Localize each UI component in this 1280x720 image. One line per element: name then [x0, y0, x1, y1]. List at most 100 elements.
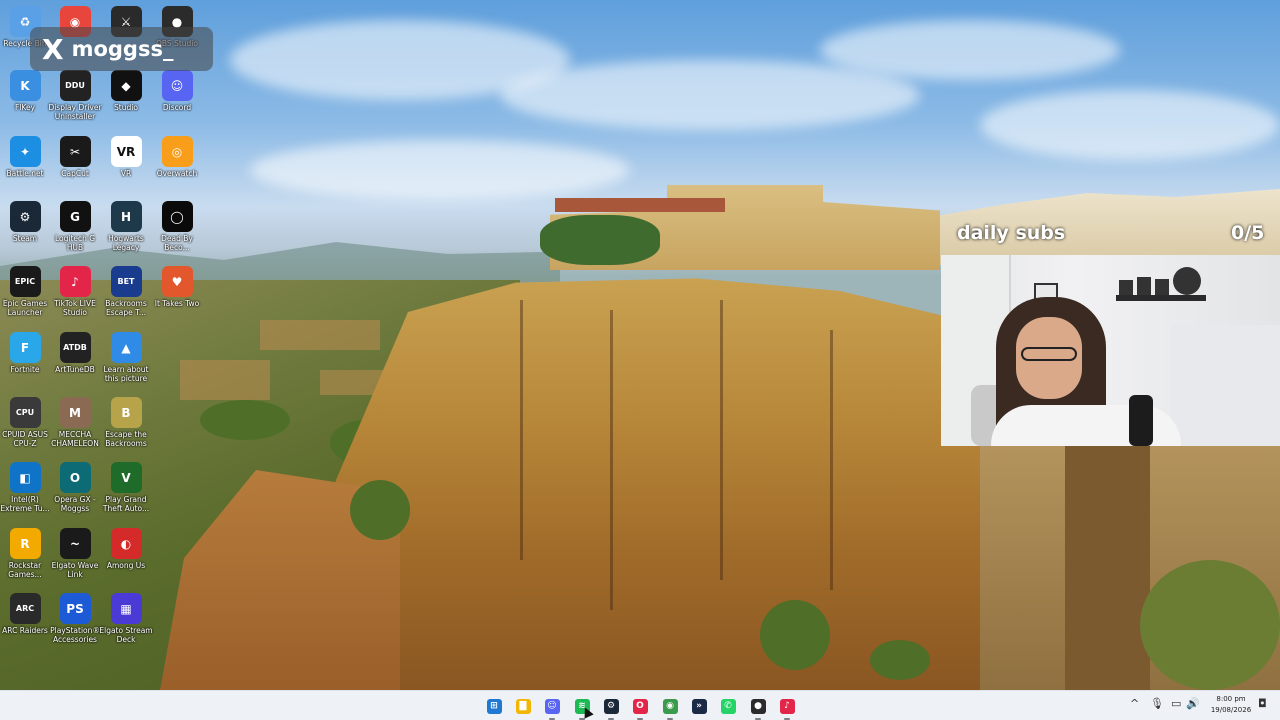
desktop-icon-hogwarts-legacy[interactable]: H Hogwarts Legacy — [101, 197, 151, 259]
ddu-icon: DDU — [59, 70, 91, 101]
tiktok-live-icon: ♪ — [779, 698, 795, 714]
network-icon[interactable]: ▭ — [1171, 697, 1181, 710]
desktop-icon-logitech-g-hub[interactable]: G Logitech G HUB — [50, 197, 100, 259]
daily-subs-count: 0/5 — [1231, 222, 1265, 244]
desktop-icon-fortnite[interactable]: F Fortnite — [0, 328, 50, 390]
desktop-icon-arttunedb[interactable]: ATDB ArtTuneDB — [50, 328, 100, 390]
tray-overflow-chevron-icon[interactable]: ^ — [1130, 697, 1139, 710]
discord-icon: ☺ — [544, 698, 560, 714]
desktop-icon-label: MECCHA CHAMELEON — [51, 430, 99, 448]
desktop-icon-label: Overwatch — [156, 169, 198, 178]
taskbar-obs-studio[interactable]: ● — [748, 696, 768, 720]
desktop-icon-battle-net[interactable]: ✦ Battle.net — [0, 132, 50, 194]
fortnite-icon: F — [9, 332, 41, 363]
taskbar-opera-gx[interactable]: O — [630, 696, 650, 720]
vr-icon: VR — [110, 136, 142, 167]
taskbar-tiktok-live[interactable]: ♪ — [777, 696, 797, 720]
opera-gx-icon: O — [59, 462, 91, 493]
volume-icon[interactable]: 🔊 — [1186, 697, 1200, 710]
it-takes-two-icon: ♥ — [161, 266, 193, 297]
desktop-icon-label: PlayStation® Accessories — [50, 626, 100, 644]
desktop-icon-label: Display Driver Uninstaller — [48, 103, 102, 121]
escape-backrooms-icon: B — [110, 397, 142, 428]
among-us-icon: ◐ — [110, 528, 142, 559]
desktop-icon-ddu[interactable]: DDU Display Driver Uninstaller — [48, 66, 102, 128]
desktop-icon-label: Logitech G HUB — [54, 234, 96, 252]
taskbar-battle-net[interactable]: » — [689, 696, 709, 716]
desktop-icon-label: ArtTuneDB — [55, 365, 95, 374]
start-button-icon: ⊞ — [486, 698, 502, 714]
webcam-overlay — [941, 255, 1280, 446]
desktop-icon-label: Opera GX - Moggss — [54, 495, 96, 513]
whatsapp-icon: ✆ — [720, 698, 736, 714]
taskbar-whatsapp[interactable]: ✆ — [718, 696, 738, 716]
desktop-icon-elgato-stream-deck[interactable]: ▦ Elgato Stream Deck — [99, 589, 153, 651]
capcut-icon: ✂ — [59, 136, 91, 167]
desktop-icon-label: Studio — [114, 103, 138, 112]
desktop-icon-label: Hogwarts Legacy — [108, 234, 144, 252]
desktop-icon-label: VR — [120, 169, 132, 178]
taskbar-steam[interactable]: ⚙ — [601, 696, 621, 720]
desktop-icon-among-us[interactable]: ◐ Among Us — [101, 524, 151, 586]
notification-bell-icon[interactable]: ◘ — [1258, 697, 1267, 710]
desktop-icon-overwatch[interactable]: ◎ Overwatch — [152, 132, 202, 194]
desktop-icon-label: Epic Games Launcher — [2, 299, 48, 317]
elgato-wave-link-icon: ~ — [59, 528, 91, 559]
desktop-icon-capcut[interactable]: ✂ CapCut — [50, 132, 100, 194]
desktop-icon-epic-games[interactable]: EPIC Epic Games Launcher — [0, 262, 50, 324]
desktop-icon-label: Dead By Beco... — [161, 234, 193, 252]
taskbar-file-explorer[interactable]: ▇ — [513, 696, 533, 716]
desktop-icon-vr[interactable]: VR VR — [101, 132, 151, 194]
desktop-icon-label: Play Grand Theft Auto... — [102, 495, 150, 513]
system-clock[interactable]: 8:00 pm 19/08/2026 — [1203, 694, 1259, 716]
desktop-icon-label: CPUID ASUS CPU-Z — [2, 430, 48, 448]
desktop-icon-it-takes-two[interactable]: ♥ It Takes Two — [152, 262, 202, 324]
desktop-icon-arc-raiders[interactable]: ARC ARC Raiders — [0, 589, 50, 651]
desktop-icon-discord[interactable]: ☺ Discord — [152, 66, 202, 128]
desktop-icon-steam[interactable]: ⚙ Steam — [0, 197, 50, 259]
desktop-icon-label: Steam — [12, 234, 38, 243]
cpuid-icon: CPU — [9, 397, 41, 428]
desktop-icon-rockstar-games[interactable]: R Rockstar Games... — [0, 524, 50, 586]
taskbar-start-button[interactable]: ⊞ — [484, 696, 504, 716]
hogwarts-legacy-icon: H — [110, 201, 142, 232]
desktop-icon-label: Intel(R) Extreme Tu... — [0, 495, 50, 513]
battle-net-icon: » — [691, 698, 707, 714]
taskbar-chrome[interactable]: ◉ — [660, 696, 680, 720]
desktop-icon-gta[interactable]: V Play Grand Theft Auto... — [101, 458, 151, 520]
desktop-icon-label: TikTok LIVE Studio — [54, 299, 96, 317]
desktop-icon-tiktok-live[interactable]: ♪ TikTok LIVE Studio — [50, 262, 100, 324]
x-logo-icon: X — [42, 32, 64, 66]
steam-icon: ⚙ — [9, 201, 41, 232]
desktop-icon-backrooms-escape[interactable]: BET Backrooms Escape T... — [101, 262, 151, 324]
taskbar-discord[interactable]: ☺ — [542, 696, 562, 720]
desktop-icon-label: Discord — [162, 103, 192, 112]
desktop-icon-grid: ♻Recycle Bin◉⚔●OBS StudioKFlKeyDDUDispla… — [0, 0, 205, 690]
desktop-icon-label: ARC Raiders — [2, 626, 48, 635]
desktop-icon-fl-key[interactable]: K FlKey — [0, 66, 50, 128]
desktop-icon-black-app[interactable]: ◯ Dead By Beco... — [152, 197, 202, 259]
backrooms-escape-icon: BET — [110, 266, 142, 297]
desktop-icon-playstation-accessories[interactable]: PS PlayStation® Accessories — [50, 589, 100, 651]
intel-xtu-icon: ◧ — [9, 462, 41, 493]
desktop-icon-label: Escape the Backrooms — [105, 430, 147, 448]
gta-icon: V — [110, 462, 142, 493]
desktop-icon-intel-xtu[interactable]: ◧ Intel(R) Extreme Tu... — [0, 458, 50, 520]
desktop-icon-learn-about-picture[interactable]: ▲ Learn about this picture — [101, 328, 151, 390]
x-handle-overlay: X moggss_ — [30, 27, 213, 71]
desktop-icon-roblox-studio[interactable]: ◆ Studio — [101, 66, 151, 128]
desktop-icon-cpuid[interactable]: CPU CPUID ASUS CPU-Z — [0, 393, 50, 455]
elgato-stream-deck-icon: ▦ — [110, 593, 142, 624]
desktop-icon-label: Fortnite — [10, 365, 40, 374]
desktop-icon-elgato-wave-link[interactable]: ~ Elgato Wave Link — [50, 524, 100, 586]
playstation-accessories-icon: PS — [59, 593, 91, 624]
black-app-icon: ◯ — [161, 201, 193, 232]
desktop-icon-label: It Takes Two — [154, 299, 200, 308]
desktop-icon-meccha-chameleon[interactable]: M MECCHA CHAMELEON — [50, 393, 100, 455]
steam-icon: ⚙ — [603, 698, 619, 714]
desktop-icon-label: Backrooms Escape T... — [105, 299, 147, 317]
microphone-icon[interactable]: 🎙 — [1150, 697, 1164, 710]
desktop-icon-escape-backrooms[interactable]: B Escape the Backrooms — [101, 393, 151, 455]
obs-studio-icon: ● — [750, 698, 766, 714]
desktop-icon-opera-gx[interactable]: O Opera GX - Moggss — [50, 458, 100, 520]
